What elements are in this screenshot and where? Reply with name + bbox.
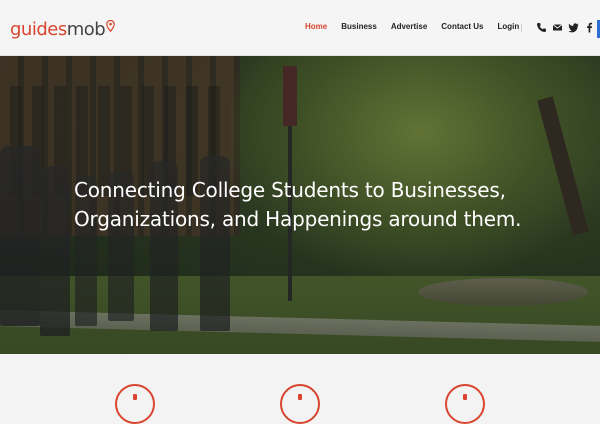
hero-banner: Connecting College Students to Businesse… bbox=[0, 56, 600, 354]
hero-headline: Connecting College Students to Businesse… bbox=[74, 176, 554, 234]
phone-icon[interactable] bbox=[536, 20, 547, 32]
nav-home[interactable]: Home bbox=[305, 22, 327, 36]
feature-icon-glyph bbox=[298, 394, 302, 400]
hero-headline-line1: Connecting College Students to Businesse… bbox=[74, 178, 506, 202]
mail-icon[interactable] bbox=[552, 20, 563, 31]
features-section bbox=[0, 354, 600, 424]
hero-headline-line2: Organizations, and Happenings around the… bbox=[74, 207, 522, 231]
nav-login[interactable]: Login bbox=[498, 22, 520, 36]
nav-advertise[interactable]: Advertise bbox=[391, 22, 427, 36]
feature-icon-glyph bbox=[133, 394, 137, 400]
social-links bbox=[536, 20, 595, 33]
location-pin-icon bbox=[106, 20, 116, 32]
feature-icon-glyph bbox=[463, 394, 467, 400]
nav-divider bbox=[521, 24, 522, 32]
main-nav: Home Business Advertise Contact Us Login bbox=[305, 22, 519, 36]
site-header: guides mob Home Business Advertise Conta… bbox=[0, 0, 600, 56]
twitter-icon[interactable] bbox=[568, 20, 579, 33]
feature-icon-circle[interactable] bbox=[115, 384, 155, 424]
nav-contact-us[interactable]: Contact Us bbox=[441, 22, 483, 36]
guidesmob-logo[interactable]: guides mob bbox=[10, 14, 116, 40]
logo-text-guides: guides bbox=[10, 19, 67, 40]
logo-text-mob: mob bbox=[66, 19, 106, 40]
nav-business[interactable]: Business bbox=[341, 22, 377, 36]
feature-icon-circle[interactable] bbox=[445, 384, 485, 424]
facebook-icon[interactable] bbox=[584, 20, 595, 33]
feature-icon-circle[interactable] bbox=[280, 384, 320, 424]
